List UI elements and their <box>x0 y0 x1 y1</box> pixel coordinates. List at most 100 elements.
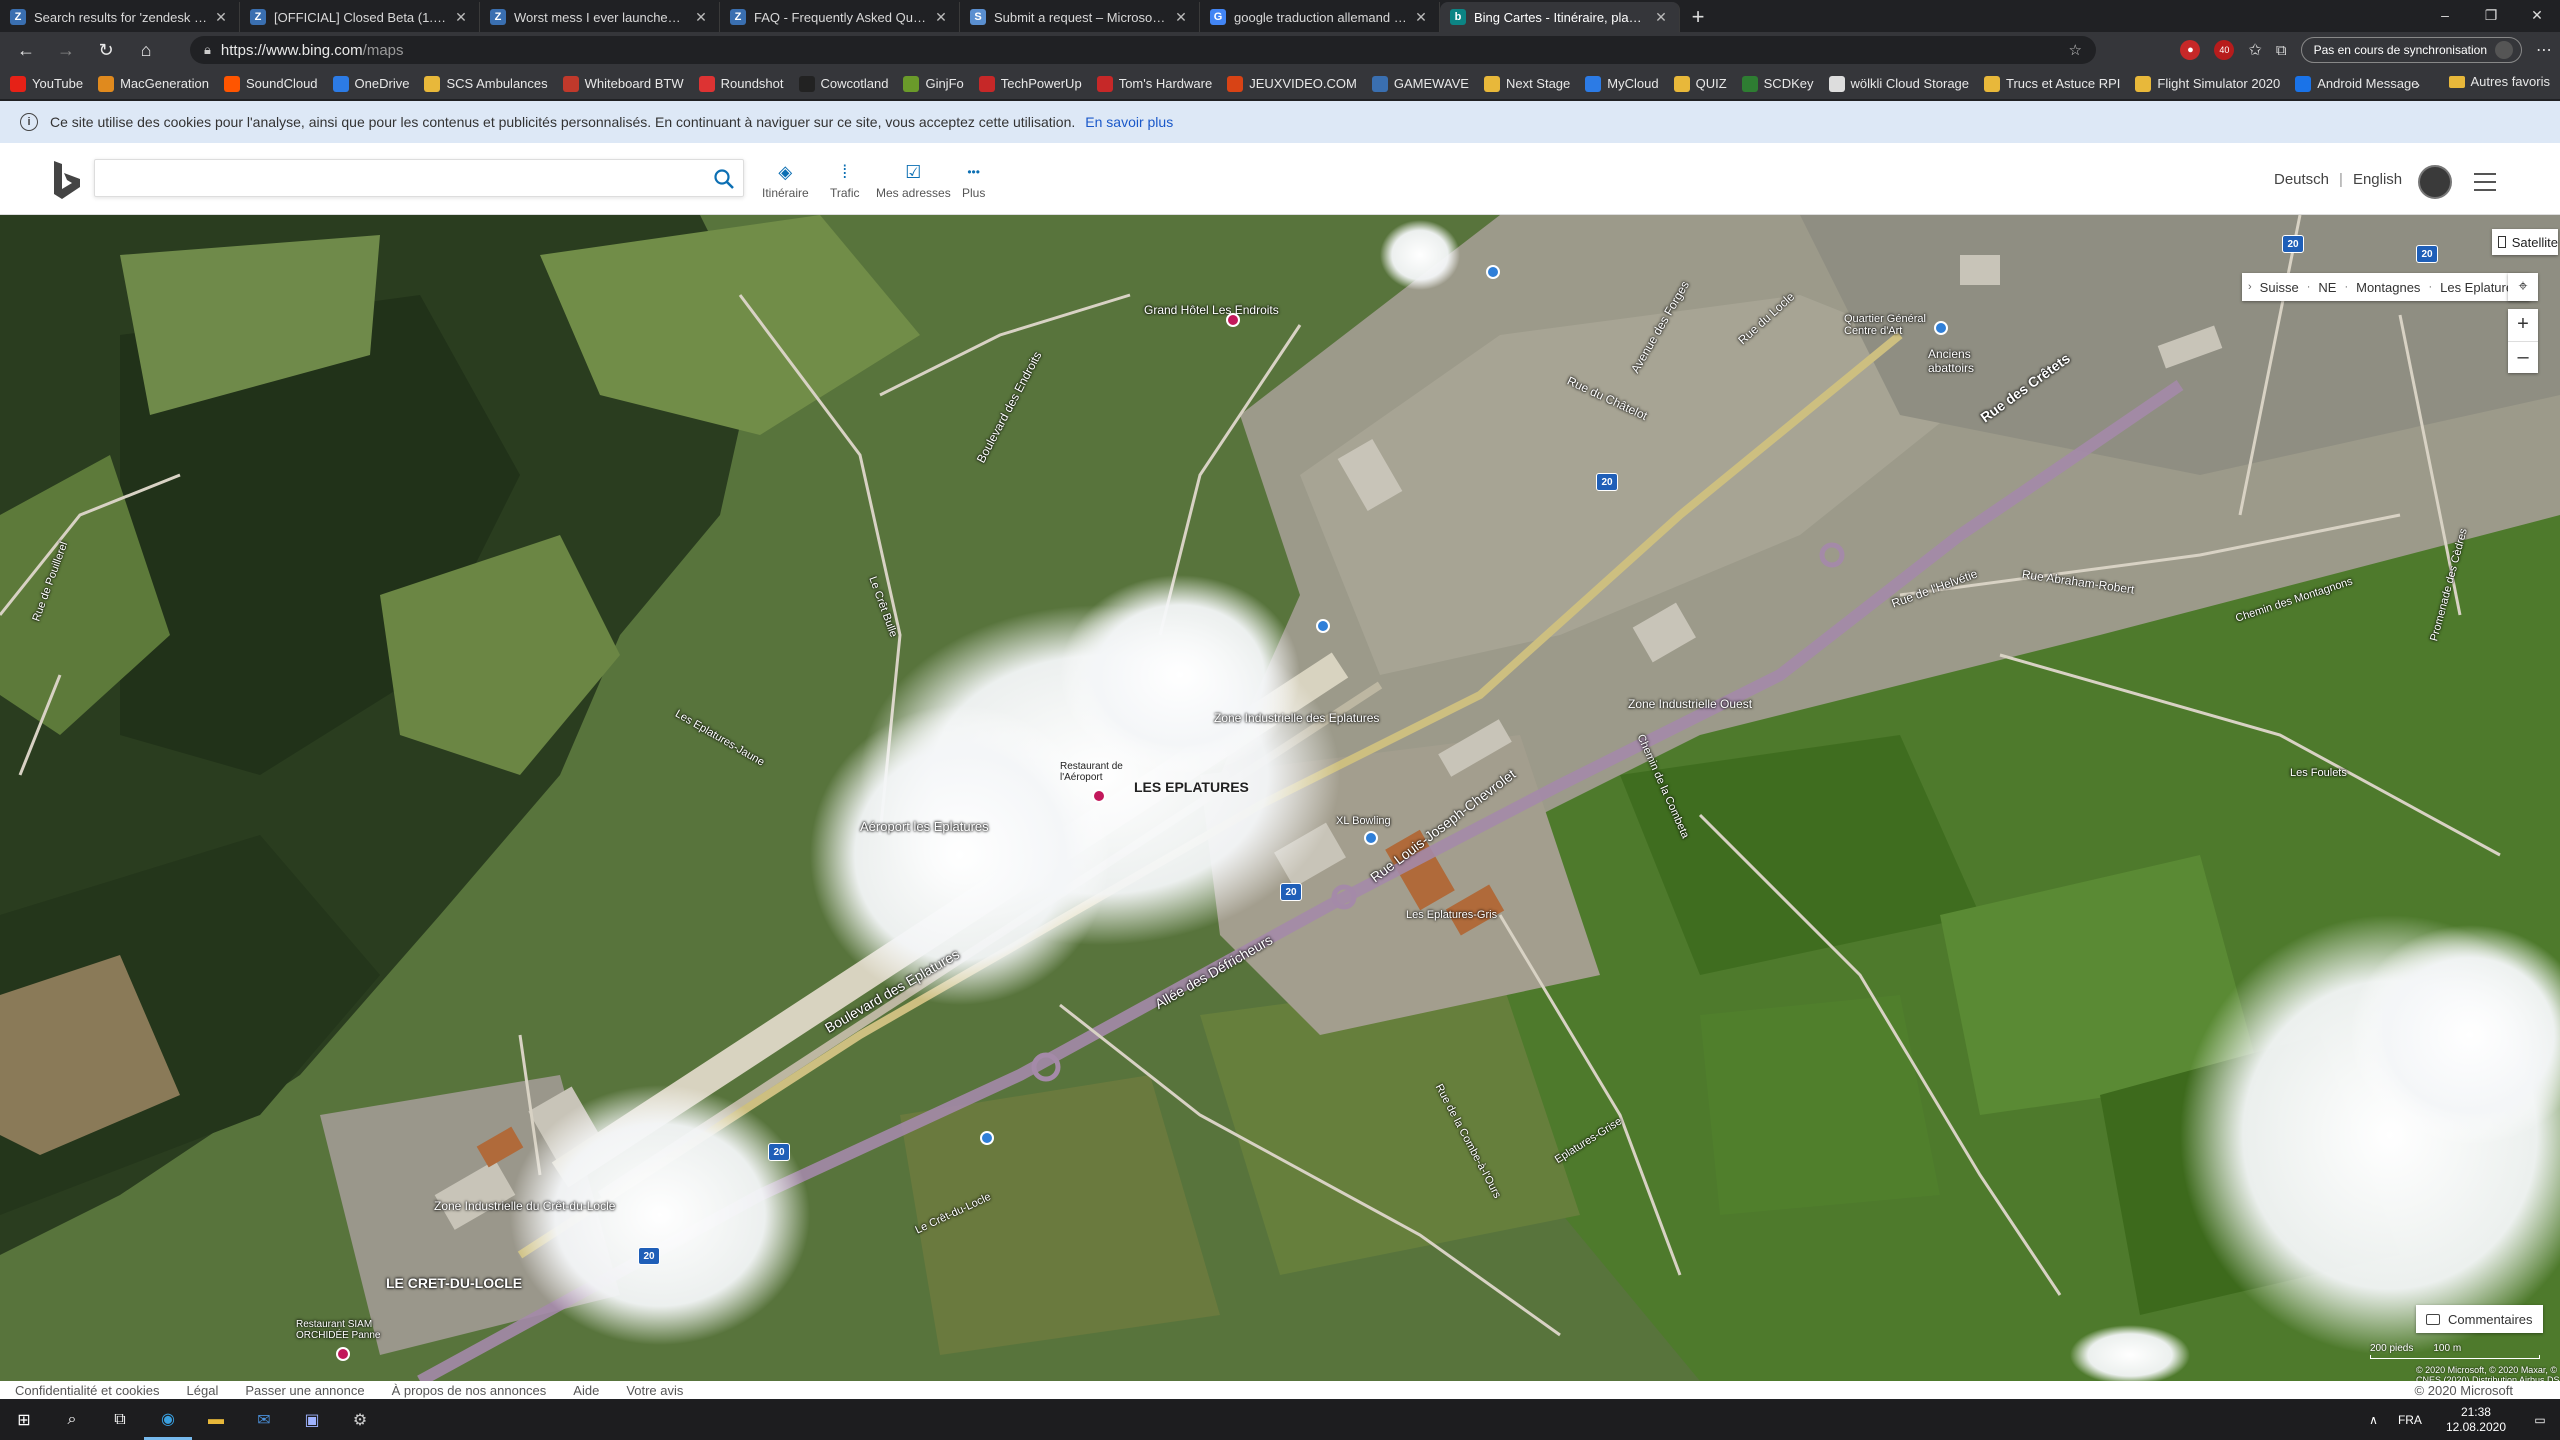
map-label-anciens-abattoirs[interactable]: Anciens abattoirs <box>1928 347 1988 375</box>
browser-tab[interactable]: Z FAQ - Frequently Asked Question ✕ <box>720 2 960 32</box>
search-taskbar-icon[interactable]: ⌕ <box>48 1400 96 1440</box>
tab-close-icon[interactable]: ✕ <box>1413 9 1429 26</box>
tab-close-icon[interactable]: ✕ <box>213 9 229 26</box>
clock[interactable]: 21:38 12.08.2020 <box>2446 1405 2506 1435</box>
map-label-aeroport[interactable]: Aéroport les Eplatures <box>860 819 989 834</box>
nav-traffic[interactable]: ⁞ Trafic <box>830 161 860 201</box>
home-button[interactable]: ⌂ <box>126 34 166 66</box>
bookmark-item[interactable]: Tom's Hardware <box>1096 75 1212 92</box>
address-bar[interactable]: 🔒︎ https://www.bing.com/maps ☆ <box>190 36 2096 64</box>
steam-icon[interactable]: ⚙ <box>336 1400 384 1440</box>
search-input[interactable] <box>95 160 695 196</box>
map-label-zone-ind-cret[interactable]: Zone Industrielle du Crêt-du-Locle <box>434 1199 615 1213</box>
reload-button[interactable]: ↻ <box>86 34 126 66</box>
forward-button[interactable]: → <box>46 34 86 66</box>
breadcrumb-region[interactable]: Montagnes <box>2356 280 2420 295</box>
bookmark-item[interactable]: QUIZ <box>1673 75 1727 92</box>
new-tab-button[interactable]: + <box>1680 2 1716 32</box>
bookmarks-overflow-icon[interactable]: › <box>2415 76 2420 92</box>
edge-browser-icon[interactable]: ◉ <box>144 1400 192 1440</box>
learn-more-link[interactable]: En savoir plus <box>1085 114 1173 130</box>
hamburger-menu-icon[interactable] <box>2474 173 2496 191</box>
footer-link-advertise[interactable]: Passer une annonce <box>245 1383 364 1398</box>
hotel-poi-icon[interactable] <box>1226 313 1240 327</box>
map-view-toggle[interactable]: Satellite <box>2492 229 2558 255</box>
breadcrumb-canton[interactable]: NE <box>2318 280 2336 295</box>
nav-more[interactable]: ••• Plus <box>962 161 985 200</box>
start-icon[interactable]: ⊞ <box>0 1400 48 1440</box>
bus-stop-icon[interactable] <box>980 1131 994 1145</box>
extension-icon[interactable]: ● <box>2180 40 2201 60</box>
restaurant-poi-icon[interactable] <box>1092 789 1106 803</box>
map-label-zone-ind-eplatures[interactable]: Zone Industrielle des Eplatures <box>1214 711 1379 725</box>
notification-center-icon[interactable]: ▭ <box>2520 1400 2560 1440</box>
app-icon[interactable]: ▣ <box>288 1400 336 1440</box>
collections-icon[interactable]: ⧉ <box>2276 42 2287 59</box>
search-icon[interactable] <box>713 168 735 190</box>
breadcrumb-expand-icon[interactable]: › <box>2248 281 2252 293</box>
bookmark-item[interactable]: Flight Simulator 2020 <box>2135 75 2280 92</box>
browser-tab[interactable]: b Bing Cartes - Itinéraire, plan de ✕ <box>1440 2 1680 32</box>
footer-link-feedback[interactable]: Votre avis <box>626 1383 683 1398</box>
bus-stop-icon[interactable] <box>1486 265 1500 279</box>
bookmark-item[interactable]: YouTube <box>10 75 83 92</box>
search-box[interactable] <box>94 159 744 197</box>
bookmark-item[interactable]: Roundshot <box>698 75 784 92</box>
bookmark-item[interactable]: MacGeneration <box>98 75 209 92</box>
map-label-zone-ind-ouest[interactable]: Zone Industrielle Ouest <box>1628 697 1752 711</box>
map-label-grand-hotel[interactable]: Grand Hôtel Les Endroits <box>1144 303 1279 317</box>
tab-close-icon[interactable]: ✕ <box>933 9 949 26</box>
input-language[interactable]: FRA <box>2398 1413 2422 1427</box>
bookmark-item[interactable]: Android Message <box>2295 75 2418 92</box>
bookmark-item[interactable]: JEUXVIDEO.COM <box>1227 75 1357 92</box>
museum-poi-icon[interactable] <box>1934 321 1948 335</box>
nav-itinerary[interactable]: ◈ Itinéraire <box>762 161 809 201</box>
task-view-icon[interactable]: ⧉ <box>96 1400 144 1440</box>
bookmark-item[interactable]: SCDKey <box>1741 75 1814 92</box>
close-window-icon[interactable]: ✕ <box>2514 0 2560 30</box>
bookmark-item[interactable]: TechPowerUp <box>978 75 1082 92</box>
zoom-in-button[interactable]: + <box>2508 309 2538 342</box>
adblock-extension-icon[interactable]: 40 <box>2214 40 2235 60</box>
tray-overflow-icon[interactable]: ∧ <box>2369 1413 2378 1427</box>
footer-link-about-ads[interactable]: À propos de nos annonces <box>392 1383 547 1398</box>
browser-tab[interactable]: Z Worst mess I ever launched on m ✕ <box>480 2 720 32</box>
zoom-out-button[interactable]: – <box>2508 342 2538 374</box>
back-button[interactable]: ← <box>6 34 46 66</box>
bookmark-item[interactable]: SCS Ambulances <box>424 75 548 92</box>
browser-tab[interactable]: S Submit a request – Microsoft Fli ✕ <box>960 2 1200 32</box>
bookmark-item[interactable]: SoundCloud <box>223 75 318 92</box>
lang-english[interactable]: English <box>2353 171 2402 188</box>
maximize-icon[interactable]: ❐ <box>2468 0 2514 30</box>
map-label-les-eplatures-gris[interactable]: Les Eplatures-Gris <box>1406 909 1497 921</box>
bookmark-item[interactable]: Whiteboard BTW <box>562 75 684 92</box>
minimize-icon[interactable]: – <box>2422 0 2468 30</box>
bookmark-item[interactable]: Cowcotland <box>798 75 888 92</box>
map-label-xl-bowling[interactable]: XL Bowling <box>1336 815 1391 827</box>
footer-link-legal[interactable]: Légal <box>187 1383 219 1398</box>
other-favorites[interactable]: Autres favoris <box>2448 74 2550 89</box>
tab-close-icon[interactable]: ✕ <box>1653 9 1669 26</box>
footer-link-help[interactable]: Aide <box>573 1383 599 1398</box>
browser-tab[interactable]: Z Search results for 'zendesk categ ✕ <box>0 2 240 32</box>
map-label-les-eplatures[interactable]: LES EPLATURES <box>1134 779 1249 795</box>
locate-me-icon[interactable]: ⌖ <box>2508 273 2538 301</box>
favorite-star-icon[interactable]: ☆ <box>2069 41 2082 59</box>
favorites-icon[interactable]: ✩ <box>2248 40 2261 60</box>
bookmark-item[interactable]: Next Stage <box>1483 75 1570 92</box>
map-label-restaurant-aeroport[interactable]: Restaurant de l'Aéroport <box>1060 761 1130 783</box>
bookmark-item[interactable]: wölkli Cloud Storage <box>1828 75 1969 92</box>
footer-link-privacy[interactable]: Confidentialité et cookies <box>15 1383 160 1398</box>
bookmark-item[interactable]: GinjFo <box>903 75 964 92</box>
browser-tab[interactable]: Z [OFFICIAL] Closed Beta (1.6.13) U ✕ <box>240 2 480 32</box>
bookmark-item[interactable]: OneDrive <box>332 75 409 92</box>
bookmark-item[interactable]: Trucs et Astuce RPI <box>1984 75 2120 92</box>
breadcrumb-country[interactable]: Suisse <box>2260 280 2299 295</box>
settings-more-icon[interactable]: ⋯ <box>2536 40 2552 60</box>
map-label-restaurant-siam[interactable]: Restaurant SIAM ORCHIDÉE Panne <box>296 1319 406 1341</box>
map-canvas[interactable]: Grand Hôtel Les Endroits Boulevard des E… <box>0 215 2560 1381</box>
bing-logo[interactable] <box>52 161 82 199</box>
lang-deutsch[interactable]: Deutsch <box>2274 171 2329 188</box>
bus-stop-icon[interactable] <box>1316 619 1330 633</box>
bookmark-item[interactable]: MyCloud <box>1585 75 1659 92</box>
